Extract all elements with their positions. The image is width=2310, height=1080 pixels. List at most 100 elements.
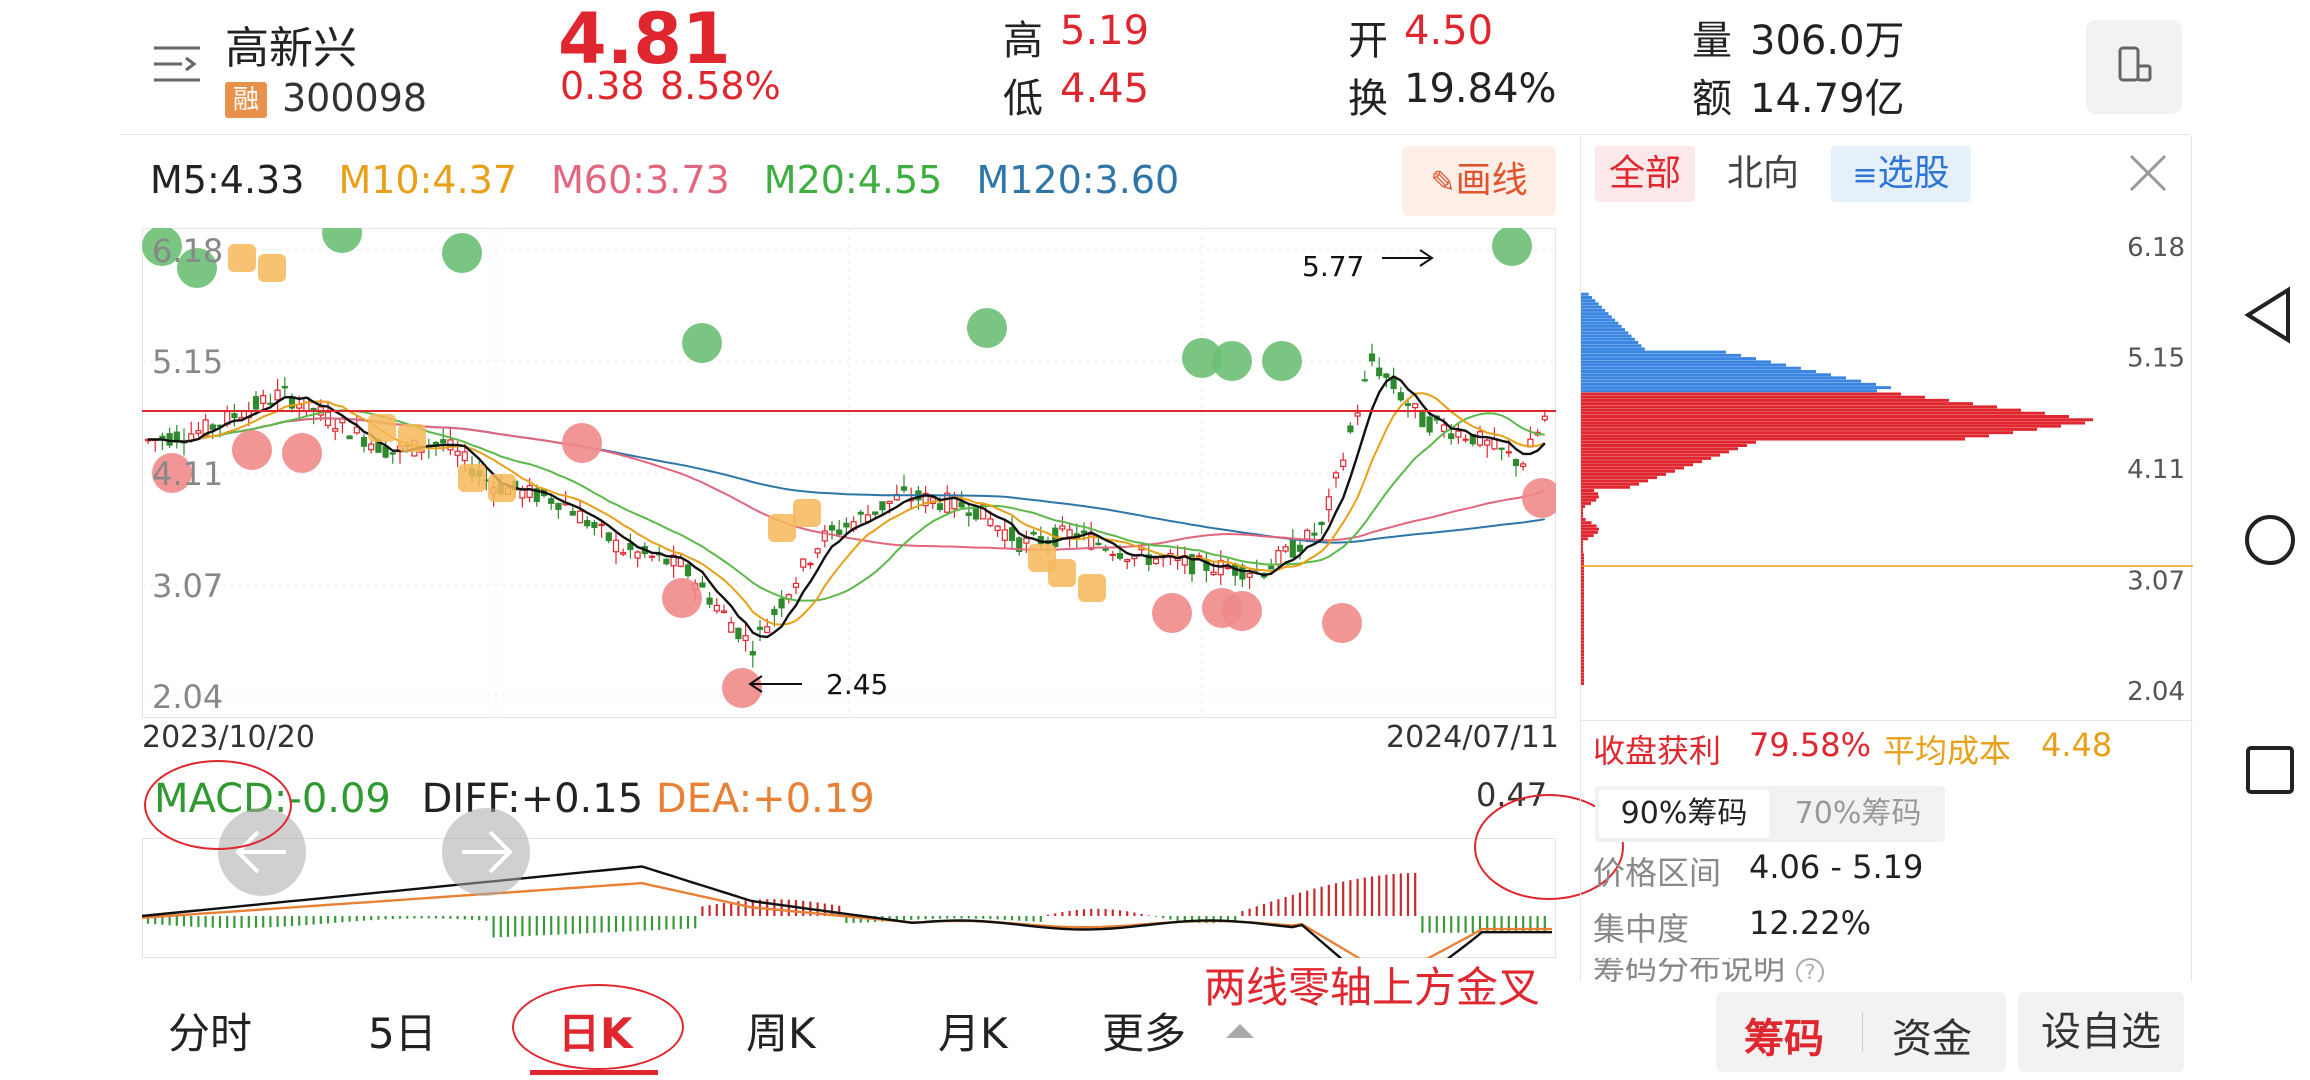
high-annotation: 5.77 [1302, 250, 1364, 283]
candle-body [1325, 496, 1332, 511]
price-range-label: 价格区间 [1593, 854, 1722, 892]
candle-body [260, 394, 267, 404]
sell-signal-badge [442, 233, 482, 273]
candle-body [843, 522, 850, 528]
home-icon[interactable] [2230, 505, 2310, 575]
candle-body [1095, 542, 1102, 546]
candle-body [886, 500, 893, 505]
recents-icon[interactable] [2230, 735, 2310, 805]
chip-fund-toggle: 筹码 资金 [1716, 992, 2006, 1072]
candle-body [1455, 430, 1462, 438]
scroll-right-button[interactable] [442, 808, 530, 896]
tab-weekly-k[interactable]: 周K [746, 1000, 816, 1061]
chip-y-tick-label: 3.07 [2127, 567, 2185, 597]
candle-body [591, 522, 598, 528]
y-tick-label: 2.04 [152, 678, 223, 716]
add-watchlist-button[interactable]: 设自选 [2018, 992, 2184, 1072]
candle-body [584, 520, 591, 527]
kline-chart[interactable]: 6.18 5.15 4.11 3.07 2.04 5.77 2.45 [142, 228, 1556, 718]
sell-signal-badge [1262, 341, 1302, 381]
list-icon: ≡ [1852, 158, 1878, 193]
turnover-label: 换 [1348, 76, 1388, 122]
count-signal-badge [1078, 574, 1106, 602]
candle-body [713, 604, 720, 612]
chip-tab-all[interactable]: 全部 [1595, 146, 1695, 202]
chip-distribution-chart[interactable]: 6.18 5.15 4.11 3.07 2.04 [1581, 220, 2193, 720]
buy-signal-badge [1222, 591, 1262, 631]
close-icon[interactable] [2127, 152, 2169, 194]
chip-tab-70[interactable]: 70%筹码 [1775, 790, 1941, 838]
macd-chart[interactable] [142, 838, 1556, 958]
candle-body [1354, 412, 1361, 417]
daily-k-circle-annotation [512, 984, 684, 1070]
candle-body [1289, 539, 1296, 558]
candle-body [432, 441, 440, 446]
chip-panel: 全部 北向 ≡选股 6.18 5.15 4.11 3.07 2.04 收盘获利 79.5… [1580, 136, 2193, 982]
chip-tab-north[interactable]: 北向 [1727, 146, 1799, 202]
candle-body [1462, 438, 1469, 441]
chips-button[interactable]: 筹码 [1744, 1006, 1824, 1064]
amount-value: 14.79亿 [1750, 76, 1905, 122]
android-nav [2230, 0, 2310, 1080]
count-signal-badge [368, 414, 396, 442]
candle-body [1008, 527, 1016, 541]
candle-body [1541, 415, 1548, 421]
candle-body [836, 529, 843, 535]
open-label: 开 [1348, 18, 1388, 64]
header-divider [120, 134, 2190, 135]
candle-body [1440, 424, 1448, 432]
tab-monthly-k[interactable]: 月K [938, 1000, 1008, 1061]
high-label: 高 [1003, 18, 1043, 64]
price-change-pct: 8.58% [660, 64, 781, 108]
candle-body [281, 385, 288, 389]
candle-body [728, 622, 735, 633]
caret-up-icon [1226, 1024, 1254, 1038]
candle-body [879, 501, 886, 511]
candle-body [1023, 537, 1030, 544]
tab-intraday[interactable]: 分时 [168, 1000, 252, 1061]
candle-body [634, 551, 641, 559]
candle-body [1397, 392, 1404, 401]
dea-value: DEA:+0.19 [655, 776, 875, 822]
candle-body [569, 510, 576, 516]
chip-explain-link[interactable]: 筹码分布说明 ? [1593, 958, 2193, 982]
draw-line-button[interactable]: ✎画线 [1402, 146, 1556, 216]
candle-body [1210, 571, 1217, 576]
candle-body [1368, 353, 1376, 362]
help-icon: ? [1796, 958, 1825, 982]
concentration-label: 集中度 [1593, 910, 1690, 948]
header-bar: 高新兴 融 300098 4.81 0.38 8.58% 高 5.19 低 4.… [0, 0, 2230, 130]
candle-body [814, 548, 821, 554]
profit-value: 79.58% [1749, 726, 1872, 764]
candle-body [1275, 550, 1282, 566]
candle-body [548, 498, 555, 504]
candle-body [1484, 439, 1491, 446]
rong-badge: 融 [225, 82, 267, 118]
candle-body [1404, 403, 1412, 406]
count-signal-badge [768, 514, 796, 542]
volume-label: 量 [1692, 18, 1732, 64]
menu-icon[interactable] [152, 42, 202, 86]
candle-body [699, 582, 706, 588]
tab-more[interactable]: 更多 [1102, 1000, 1186, 1061]
count-signal-badge [488, 474, 516, 502]
candle-body [1426, 416, 1433, 433]
candle-body [274, 389, 281, 401]
funds-button[interactable]: 资金 [1892, 1006, 1972, 1064]
back-icon[interactable] [2230, 280, 2310, 350]
candle-body [209, 424, 216, 430]
tab-5day[interactable]: 5日 [368, 1000, 437, 1061]
candle-body [742, 635, 749, 641]
candle-body [612, 539, 620, 553]
rotate-screen-button[interactable] [2086, 20, 2182, 114]
candle-body [684, 564, 692, 577]
candle-body [1001, 529, 1008, 541]
y-tick-label: 5.15 [152, 343, 223, 381]
chip-tab-90[interactable]: 90%筹码 [1599, 790, 1769, 838]
profit-label: 收盘获利 [1593, 732, 1722, 770]
stock-name: 高新兴 [225, 23, 357, 74]
candle-body [1246, 572, 1253, 578]
chip-tab-select[interactable]: ≡选股 [1831, 146, 1971, 202]
volume-value: 306.0万 [1750, 18, 1905, 64]
candle-body [1059, 525, 1066, 530]
